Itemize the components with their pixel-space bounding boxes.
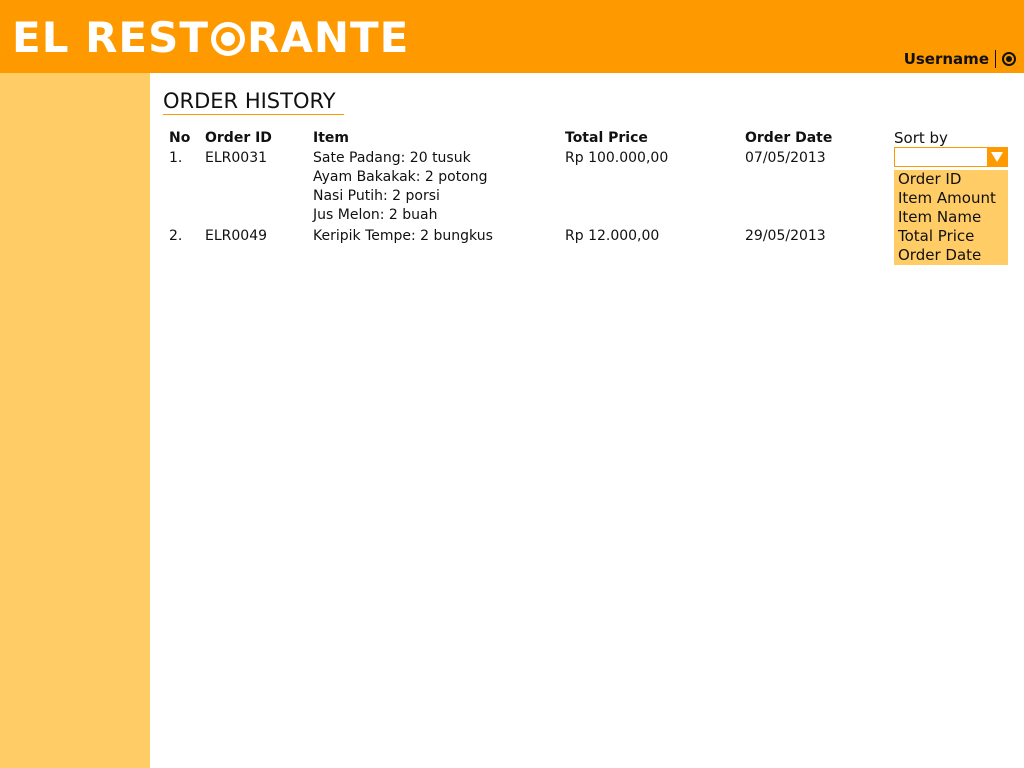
- cell-total-price: Rp 100.000,00: [565, 150, 669, 166]
- logo[interactable]: EL REST RANTE: [12, 14, 409, 62]
- cell-order-date: 29/05/2013: [745, 228, 826, 244]
- sort-option-item-amount[interactable]: Item Amount: [894, 189, 1008, 208]
- cell-no: 1.: [169, 150, 183, 166]
- cell-total-price: Rp 12.000,00: [565, 228, 660, 244]
- sidebar: [0, 73, 150, 768]
- logo-text-end: RANTE: [247, 13, 410, 62]
- sort-option-total-price[interactable]: Total Price: [894, 227, 1008, 246]
- table-row[interactable]: 1. ELR0031 Sate Padang: 20 tusuk Ayam Ba…: [163, 148, 871, 226]
- logo-text-start: EL REST: [12, 13, 210, 62]
- sort-option-order-id[interactable]: Order ID: [894, 170, 1008, 189]
- table-row[interactable]: 2. ELR0049 Keripik Tempe: 2 bungkus Rp 1…: [163, 226, 871, 247]
- column-header-order-id: Order ID: [205, 129, 272, 146]
- user-separator: [995, 50, 996, 68]
- item-line: Jus Melon: 2 buah: [313, 207, 438, 223]
- chevron-down-icon: [991, 152, 1003, 162]
- dropdown-toggle-button[interactable]: [987, 148, 1007, 166]
- cell-no: 2.: [169, 228, 183, 244]
- username-link[interactable]: Username: [904, 50, 989, 68]
- column-header-order-date: Order Date: [745, 129, 833, 146]
- sort-by-label: Sort by: [894, 129, 948, 147]
- table-header-row: No Order ID Item Total Price Order Date: [163, 128, 871, 148]
- cell-order-id: ELR0049: [205, 228, 268, 244]
- cell-items: Keripik Tempe: 2 bungkus: [307, 226, 559, 247]
- sort-option-order-date[interactable]: Order Date: [894, 246, 1008, 265]
- sort-option-item-name[interactable]: Item Name: [894, 208, 1008, 227]
- item-line: Ayam Bakakak: 2 potong: [313, 169, 488, 185]
- item-line: Nasi Putih: 2 porsi: [313, 188, 440, 204]
- column-header-item: Item: [313, 129, 349, 146]
- cell-order-date: 07/05/2013: [745, 150, 826, 166]
- user-area: Username: [904, 50, 1016, 68]
- column-header-no: No: [169, 129, 191, 146]
- item-line: Sate Padang: 20 tusuk: [313, 150, 471, 166]
- column-header-total-price: Total Price: [565, 129, 648, 146]
- cell-order-id: ELR0031: [205, 150, 268, 166]
- power-icon[interactable]: [1002, 52, 1016, 66]
- sort-options-list: Order ID Item Amount Item Name Total Pri…: [894, 170, 1008, 265]
- app-header: EL REST RANTE Username: [0, 0, 1024, 73]
- sort-by-select[interactable]: [894, 147, 1008, 167]
- order-history-table: No Order ID Item Total Price Order Date …: [163, 128, 871, 247]
- logo-o-icon: [211, 22, 246, 56]
- cell-items: Sate Padang: 20 tusuk Ayam Bakakak: 2 po…: [307, 148, 559, 226]
- page-title: ORDER HISTORY: [163, 88, 344, 115]
- item-line: Keripik Tempe: 2 bungkus: [313, 228, 493, 244]
